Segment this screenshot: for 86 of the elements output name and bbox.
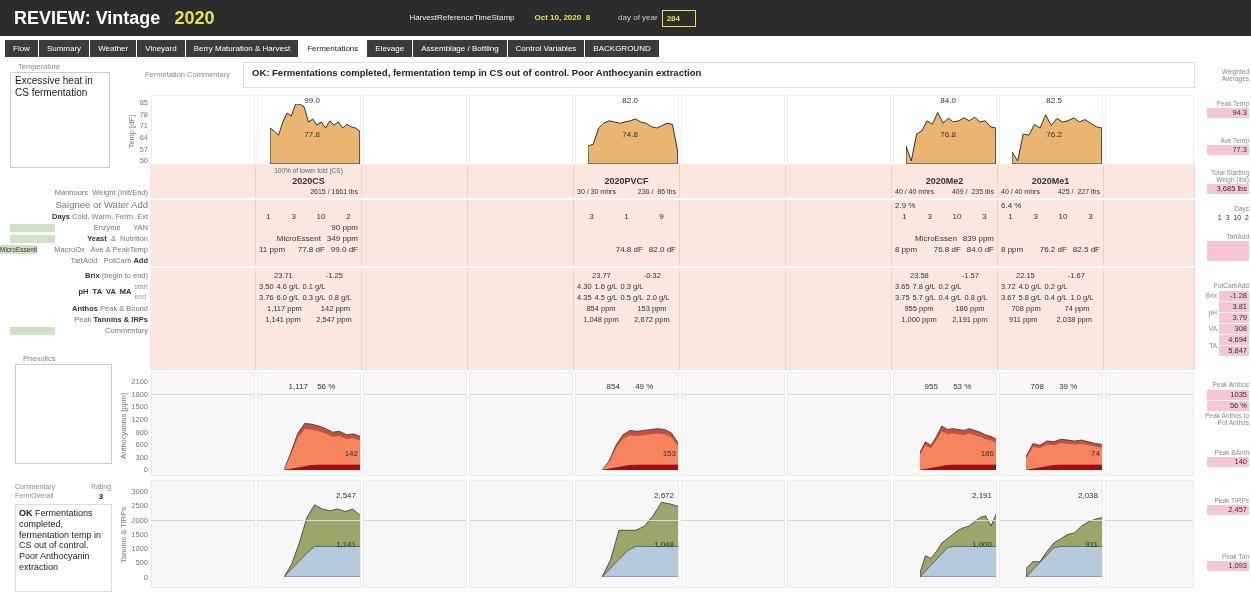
temperature-value: 77.8 dF — [297, 243, 325, 256]
lot-name: 2020Me2 — [925, 174, 964, 188]
day-of-year-field[interactable]: 284 — [661, 9, 696, 27]
bound-value: 142 — [344, 450, 358, 458]
tab[interactable]: Berry Maturation & Harvest — [185, 40, 299, 57]
tannin-value: 911 — [1085, 541, 1098, 549]
day-count: 3 — [1088, 210, 1093, 223]
day-count: 10 — [1058, 210, 1068, 223]
tannin-value: 1,141 — [335, 541, 356, 549]
peak-value: 99.0 — [304, 97, 320, 105]
field-label: day of year — [618, 12, 658, 24]
field-label: HarvestReferenceTimeStamp — [409, 12, 515, 24]
temperature-value: 76.8 dF — [933, 243, 961, 256]
tannin-value: 1,048 — [653, 541, 674, 549]
tab[interactable]: Assemblage / Bottling — [413, 40, 507, 57]
day-count: 10 — [316, 210, 326, 223]
timestamp-value: Oct 10, 2020 8 — [534, 12, 591, 24]
day-count: 3 — [927, 210, 932, 223]
peak-value: 82.0 — [622, 97, 638, 105]
day-count: 3 — [291, 210, 296, 223]
note-field[interactable]: Excessive heat in CS fermentation — [10, 72, 110, 168]
day-count: 10 — [952, 210, 962, 223]
peak-value: 708 — [1030, 383, 1044, 391]
peak-value: 854 — [606, 383, 620, 391]
macroox-value: 11 ppm — [259, 243, 286, 256]
tab[interactable]: Control Variables — [507, 40, 585, 57]
row-label: Saignee or Water Add — [55, 198, 148, 213]
tirps-value: 2,547 — [335, 492, 356, 500]
day-count: 3 — [589, 210, 594, 223]
day-count: 1 — [902, 210, 907, 223]
saignee-value: 2.9 % — [895, 199, 916, 212]
average-value: 74.8 — [622, 131, 638, 139]
day-count: 1 — [624, 210, 629, 223]
saignee-value: 6.4 % — [1001, 199, 1022, 212]
percent-value: 53 % — [953, 383, 972, 391]
temperature-value: 82.0 dF — [648, 243, 676, 256]
yeast-name: MicroEssent — [276, 232, 321, 245]
percent-value: 39 % — [1059, 383, 1078, 391]
day-count: 3 — [982, 210, 987, 223]
page-title: REVIEW: Vintage — [14, 6, 161, 30]
tab[interactable]: Flow — [5, 40, 38, 57]
average-value: 76.8 — [940, 131, 956, 139]
temperature-value: 99.0 dF — [330, 243, 358, 256]
temperature-value: 82.5 dF — [1072, 243, 1100, 256]
peak-value: 82.5 — [1046, 97, 1062, 105]
day-count: 1 — [266, 210, 271, 223]
lot-name: 2020PVCF — [604, 174, 649, 188]
temperature-value: 84.0 dF — [966, 243, 994, 256]
temperature-value: 74.8 dF — [615, 243, 643, 256]
tirps-value: 2,672 — [653, 492, 674, 500]
bound-value: 186 — [980, 450, 994, 458]
macroox-value: 8 ppm — [1001, 243, 1024, 256]
yeast-name: MicroEssen — [915, 232, 957, 245]
peak-value: 84.0 — [940, 97, 956, 105]
yan-value: 90 ppm — [331, 221, 358, 234]
nutrient-value: 349 ppm — [326, 232, 358, 245]
day-count: 1 — [1008, 210, 1013, 223]
bound-value: 74 — [1091, 450, 1100, 458]
percent-value: 56 % — [317, 383, 336, 391]
nutrient-value: 839 ppm — [962, 232, 994, 245]
lot-name: 2020CS — [292, 174, 325, 188]
temperature-value: 76.2 dF — [1039, 243, 1067, 256]
empty-value-field — [1207, 241, 1249, 262]
bound-value: 153 — [662, 450, 676, 458]
lot-name: 2020Me1 — [1031, 174, 1070, 188]
tab[interactable]: Weather — [90, 40, 137, 57]
peak-value: 1,117 — [288, 383, 309, 391]
percent-value: 49 % — [635, 383, 654, 391]
macroox-value: 8 ppm — [895, 243, 918, 256]
commentary-field[interactable]: OK Fermentations completed, fermentation temp in CS out of control. Poor Anthocyanin extraction — [15, 504, 112, 592]
tannin-value: 1,000 — [971, 541, 992, 549]
day-count: 9 — [659, 210, 664, 223]
vintage-year: 2020 — [174, 6, 215, 30]
average-value: 77.8 — [304, 131, 320, 139]
commentary-field[interactable]: OK: Fermentations completed, fermentation temp in CS out of control. Poor Anthocyanin extraction — [243, 62, 1195, 88]
peak-value: 955 — [924, 383, 938, 391]
tab[interactable]: Elevage — [367, 40, 413, 57]
average-value: 76.2 — [1046, 131, 1062, 139]
tab[interactable]: Vineyard — [137, 40, 185, 57]
day-count: 3 — [1033, 210, 1038, 223]
tab[interactable]: Summary — [38, 40, 90, 57]
day-count: 2 — [346, 210, 351, 223]
tab[interactable]: BACKGROUND — [585, 40, 659, 57]
phenolics-field[interactable] — [15, 364, 112, 464]
tirps-value: 2,038 — [1077, 492, 1098, 500]
tirps-value: 2,191 — [971, 492, 992, 500]
